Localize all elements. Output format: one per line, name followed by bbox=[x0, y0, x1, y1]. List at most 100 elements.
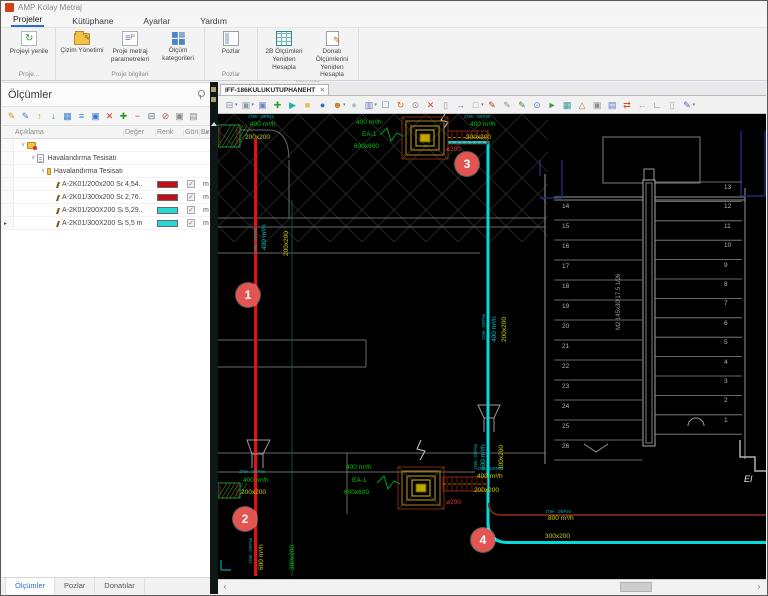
ribbon-button[interactable]: 2B Ölçümleri Yeniden Hesapla bbox=[260, 29, 308, 79]
window-icon[interactable]: ▤ bbox=[605, 98, 620, 112]
remove-icon[interactable]: − bbox=[131, 109, 144, 123]
edit-icon[interactable]: ✎ bbox=[19, 109, 32, 123]
pen-doc-icon[interactable]: ✎ bbox=[515, 98, 530, 112]
ribbon-button[interactable]: Ölçüm kategorileri bbox=[154, 29, 202, 70]
table-row[interactable]: A-2K01/200X200 Sağ 5,29.. m bbox=[2, 204, 210, 217]
sphere-icon[interactable]: ● bbox=[315, 98, 330, 112]
scrollbar-thumb[interactable] bbox=[620, 582, 652, 592]
disabled-icon[interactable]: ● bbox=[347, 98, 362, 112]
cad-label: 1Tek- 3/8Pim bbox=[464, 115, 490, 120]
print-preview-icon[interactable]: ⊘ bbox=[159, 109, 172, 123]
angle-icon[interactable]: ∟ bbox=[650, 98, 665, 112]
filter-caret-icon[interactable] bbox=[206, 129, 209, 136]
triangle-icon[interactable]: △ bbox=[575, 98, 590, 112]
menu-tab[interactable]: Projeler bbox=[11, 12, 44, 27]
grid-header[interactable]: Açıklama Değer Renk Görü... Birim bbox=[2, 126, 210, 139]
measure-marker[interactable]: 1 bbox=[236, 283, 260, 307]
column-value[interactable]: Değer bbox=[125, 129, 144, 136]
visibility-checkbox[interactable] bbox=[187, 193, 195, 201]
table-row[interactable]: Havalandırma Tesisatı bbox=[2, 165, 210, 178]
copy-icon[interactable]: ▣ bbox=[239, 98, 254, 112]
scroll-right-icon[interactable] bbox=[752, 580, 766, 594]
report-icon[interactable]: ▤ bbox=[187, 109, 200, 123]
color-swatch[interactable] bbox=[157, 207, 178, 214]
image-icon[interactable]: ▥ bbox=[362, 98, 377, 112]
pages-icon[interactable]: ▣ bbox=[590, 98, 605, 112]
copy-icon[interactable]: ▣ bbox=[89, 109, 102, 123]
add-icon[interactable]: ✚ bbox=[270, 98, 285, 112]
column-desc[interactable]: Açıklama bbox=[15, 129, 44, 136]
swap-icon[interactable]: ⇄ bbox=[620, 98, 635, 112]
measure-marker[interactable]: 3 bbox=[455, 152, 479, 176]
visibility-checkbox[interactable] bbox=[187, 219, 195, 227]
select-arrow-icon[interactable]: ▶ bbox=[285, 98, 300, 112]
cad-label: 200x200 bbox=[284, 231, 291, 256]
color-swatch[interactable] bbox=[157, 181, 178, 188]
zoom-icon[interactable]: ⊙ bbox=[408, 98, 423, 112]
folder-icon[interactable]: ■ bbox=[300, 98, 315, 112]
ribbon-button[interactable]: Donatı Ölçümlerini Yeniden Hesapla bbox=[308, 29, 356, 79]
menu-tab[interactable]: Ayarlar bbox=[141, 14, 172, 27]
scroll-up-icon[interactable] bbox=[211, 122, 217, 126]
pen-purple-icon[interactable]: ✎ bbox=[680, 98, 695, 112]
chevron-down-icon[interactable] bbox=[21, 139, 25, 152]
color-swatch[interactable] bbox=[157, 194, 178, 201]
page-icon[interactable]: ▯ bbox=[438, 98, 453, 112]
pen-red-icon[interactable]: ✎ bbox=[485, 98, 500, 112]
column-color[interactable]: Renk bbox=[157, 129, 173, 136]
pages-icon[interactable]: ▣ bbox=[173, 109, 186, 123]
chevron-down-icon[interactable] bbox=[31, 152, 35, 165]
region-icon[interactable]: □ bbox=[468, 98, 483, 112]
list-icon[interactable]: ≡ bbox=[75, 109, 88, 123]
table-row[interactable]: A-2K01/300x200 Sol 2,76.. m bbox=[2, 191, 210, 204]
color-swatch[interactable] bbox=[157, 220, 178, 227]
pen-gray-icon[interactable]: ✎ bbox=[500, 98, 515, 112]
ribbon-button[interactable]: Çizim Yönetimi bbox=[58, 29, 106, 70]
ribbon-button-label: 2B Ölçümleri Yeniden Hesapla bbox=[260, 48, 308, 71]
print-icon[interactable]: ⊟ bbox=[145, 109, 158, 123]
blank-page-icon[interactable]: ▯ bbox=[665, 98, 680, 112]
users-icon[interactable]: ☻ bbox=[330, 98, 345, 112]
rotate-icon[interactable]: ↻ bbox=[393, 98, 408, 112]
drawing-tab[interactable]: IFF-186KULUKUTUPHANEHT bbox=[220, 84, 329, 95]
scroll-left-icon[interactable] bbox=[218, 580, 232, 594]
ribbon-button[interactable]: Proje metraj parametreleri bbox=[106, 29, 154, 70]
column-divider bbox=[123, 129, 124, 136]
pin-icon[interactable] bbox=[197, 90, 204, 99]
panel-tab[interactable]: Donatılar bbox=[95, 578, 144, 594]
horizontal-scrollbar[interactable] bbox=[218, 579, 766, 594]
visibility-checkbox[interactable] bbox=[187, 206, 195, 214]
export-icon[interactable]: ↑ bbox=[33, 109, 46, 123]
panel-scrollbar[interactable] bbox=[210, 82, 218, 594]
visibility-checkbox[interactable] bbox=[187, 180, 195, 188]
table-row[interactable]: A-2K01/300X200 Sağ 5,5 m m bbox=[2, 217, 210, 230]
chevron-down-icon[interactable] bbox=[41, 165, 45, 178]
close-icon[interactable] bbox=[320, 87, 324, 94]
forward-icon[interactable]: → bbox=[453, 98, 468, 112]
ribbon-button[interactable]: Projeyi yenile bbox=[5, 29, 53, 70]
measure-marker[interactable]: 4 bbox=[471, 528, 495, 552]
cad-canvas[interactable]: 1Tek- 3/8Pim400 m³/h200x200400 m³/hEA-16… bbox=[218, 114, 766, 579]
grid-icon[interactable]: ▦ bbox=[61, 109, 74, 123]
table-row[interactable]: Havalandırma Tesisatı bbox=[2, 152, 210, 165]
selection-box-icon[interactable]: ☐ bbox=[378, 98, 393, 112]
menu-tab[interactable]: Yardım bbox=[198, 14, 229, 27]
menu-tab[interactable]: Kütüphane bbox=[70, 14, 115, 27]
paste-icon[interactable]: ▣ bbox=[255, 98, 270, 112]
import-icon[interactable]: ↓ bbox=[47, 109, 60, 123]
ribbon-button[interactable]: Pozlar bbox=[207, 29, 255, 70]
panel-tab[interactable]: Pozlar bbox=[55, 578, 95, 594]
measure-edit-icon[interactable]: ✎ bbox=[5, 109, 18, 123]
delete-icon[interactable]: ✕ bbox=[103, 109, 116, 123]
back-icon[interactable]: ← bbox=[635, 98, 650, 112]
add-icon[interactable]: ✚ bbox=[117, 109, 130, 123]
search-icon[interactable]: ⊙ bbox=[530, 98, 545, 112]
delete-icon[interactable]: ✕ bbox=[423, 98, 438, 112]
panel-tab[interactable]: Ölçümler bbox=[5, 578, 55, 594]
flag-icon[interactable]: ► bbox=[545, 98, 560, 112]
table-icon[interactable]: ▦ bbox=[560, 98, 575, 112]
print-icon[interactable]: ⊟ bbox=[222, 98, 237, 112]
table-row[interactable] bbox=[2, 139, 210, 152]
measure-marker[interactable]: 2 bbox=[233, 507, 257, 531]
table-row[interactable]: A-2K01/200x200 Sol 4,54.. m bbox=[2, 178, 210, 191]
